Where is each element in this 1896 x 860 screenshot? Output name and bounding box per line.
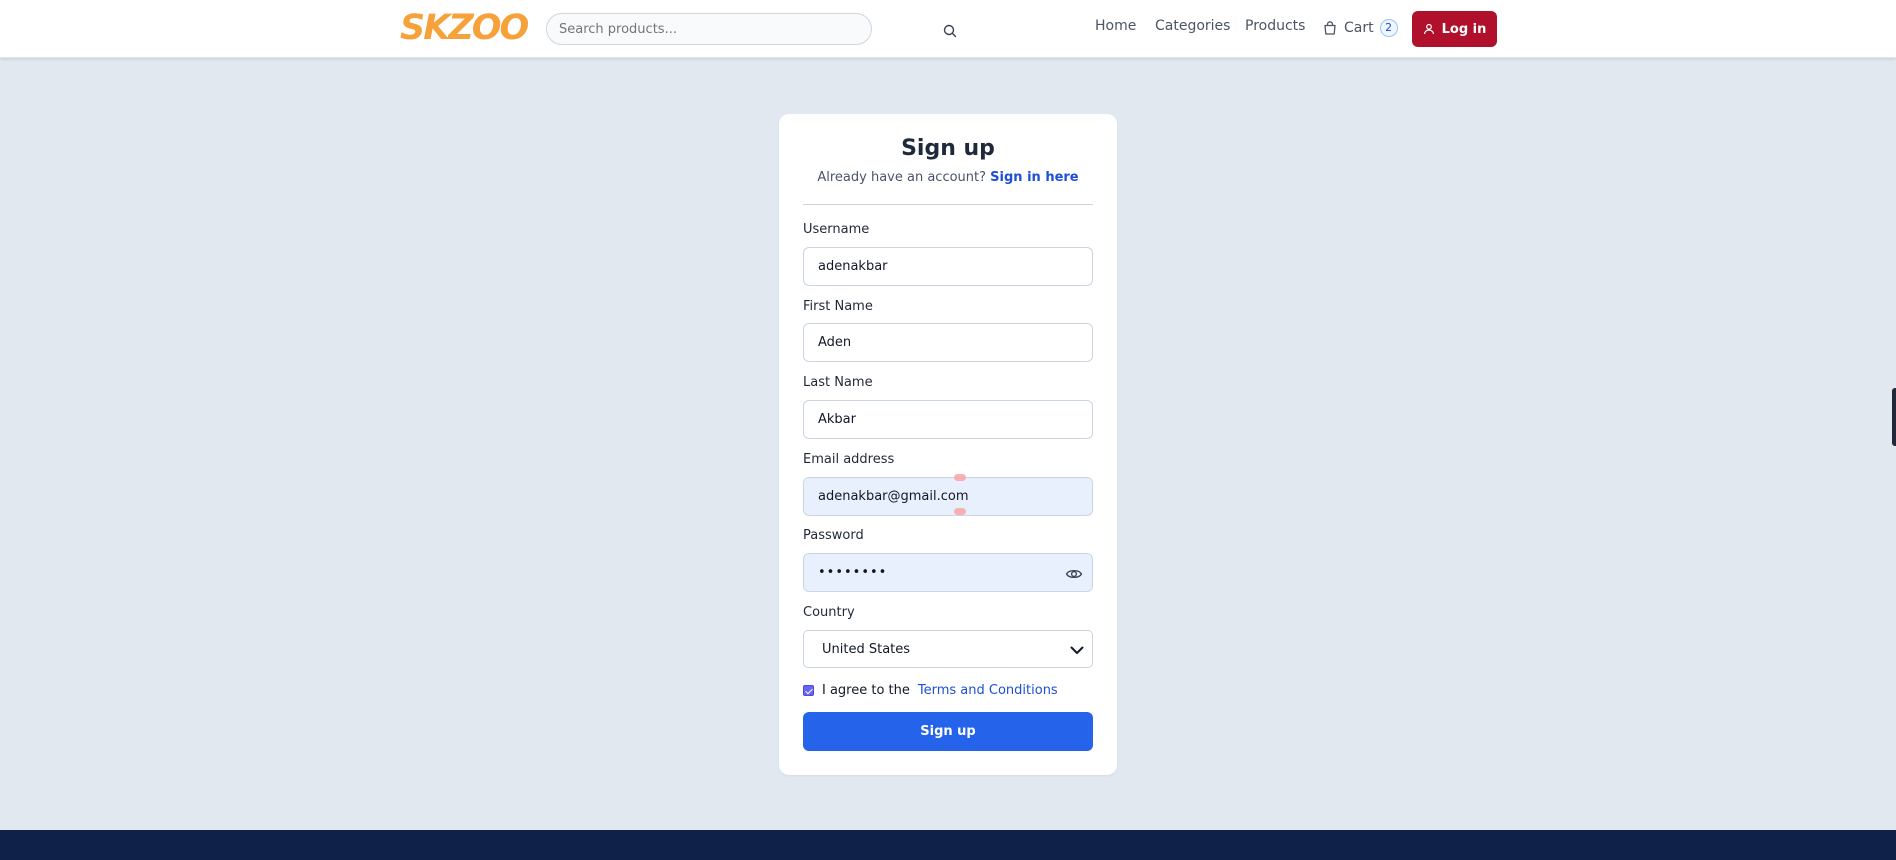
country-selected-value: United States [822, 641, 911, 657]
login-button[interactable]: Log in [1412, 11, 1497, 47]
signin-link[interactable]: Sign in here [990, 170, 1078, 185]
terms-checkbox[interactable] [803, 684, 814, 696]
divider [803, 204, 1093, 205]
signin-prompt: Already have an account? Sign in here [779, 170, 1117, 185]
email-label: Email address [803, 452, 895, 467]
username-input[interactable] [803, 247, 1093, 286]
selection-handle-top[interactable] [954, 474, 966, 481]
nav-products-link[interactable]: Products [1245, 18, 1305, 34]
footer [0, 830, 1896, 860]
signup-button[interactable]: Sign up [803, 712, 1093, 751]
nav-categories-link[interactable]: Categories [1155, 18, 1230, 34]
terms-agreement: I agree to the Terms and Conditions [803, 680, 1058, 700]
search-input[interactable] [546, 13, 872, 45]
page-title: Sign up [901, 136, 995, 161]
signin-prompt-text: Already have an account? [817, 170, 987, 185]
user-icon [1423, 23, 1434, 35]
last-name-label: Last Name [803, 375, 873, 390]
country-select[interactable]: United States [803, 630, 1093, 668]
side-panel-handle[interactable] [1892, 388, 1896, 446]
email-input[interactable] [803, 477, 1093, 516]
password-label: Password [803, 528, 864, 543]
signup-card: Sign up Already have an account? Sign in… [779, 114, 1117, 775]
top-navbar: SKZOO Home Categories Products Cart 2 Lo… [0, 0, 1896, 58]
chevron-down-icon [1070, 646, 1084, 654]
first-name-label: First Name [803, 299, 873, 314]
cart-label: Cart [1344, 20, 1374, 36]
terms-link[interactable]: Terms and Conditions [918, 683, 1058, 698]
first-name-input[interactable] [803, 323, 1093, 362]
eye-icon[interactable] [1065, 565, 1083, 583]
selection-handle-bottom[interactable] [954, 508, 966, 515]
skzoo-logo[interactable]: SKZOO [400, 8, 529, 48]
password-input[interactable] [803, 553, 1093, 592]
search-icon[interactable] [942, 23, 958, 39]
country-label: Country [803, 605, 855, 620]
nav-home-link[interactable]: Home [1095, 18, 1136, 34]
username-label: Username [803, 222, 870, 237]
terms-prefix: I agree to the [822, 682, 910, 698]
cart-count-badge: 2 [1379, 19, 1398, 37]
cart-link[interactable]: Cart 2 [1322, 16, 1398, 40]
last-name-input[interactable] [803, 400, 1093, 439]
shopping-bag-icon [1324, 21, 1336, 35]
login-label: Log in [1441, 21, 1487, 37]
